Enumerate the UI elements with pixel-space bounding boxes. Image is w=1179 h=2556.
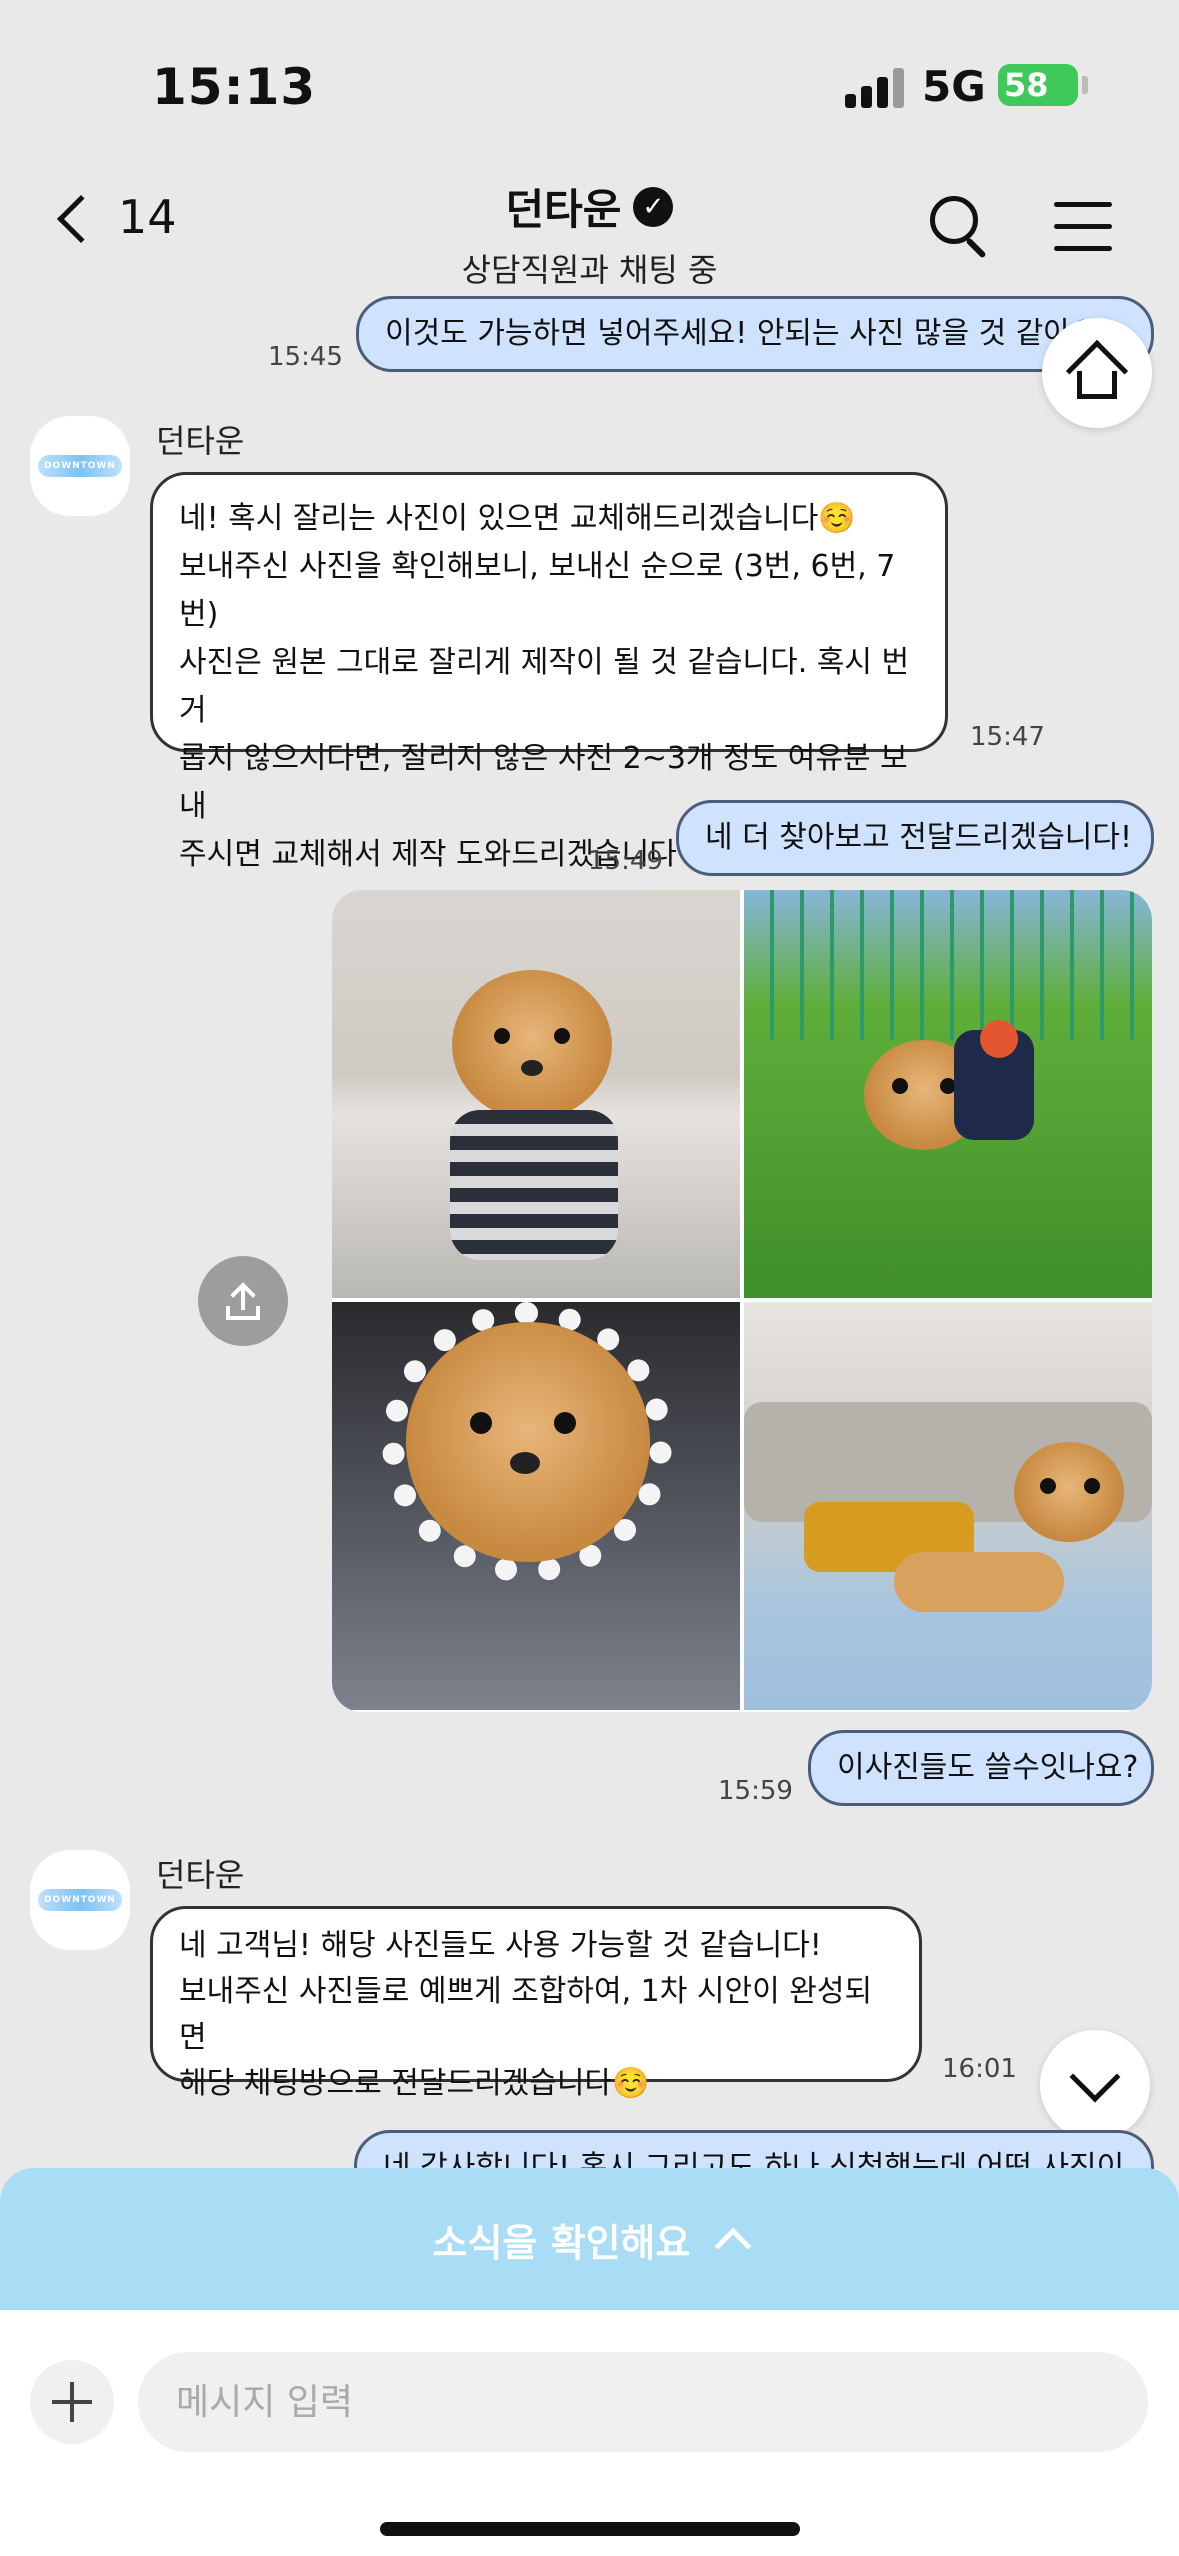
battery-cap [1082, 76, 1088, 94]
incoming-message[interactable]: 네 고객님! 해당 사진들도 사용 가능할 것 같습니다! 보내주신 사진들로 … [150, 1906, 922, 2101]
chevron-down-icon [1069, 2051, 1121, 2103]
message-time: 15:49 [588, 846, 663, 876]
dog-photo[interactable] [744, 890, 1152, 1298]
network-type: 5G [922, 62, 986, 111]
menu-icon[interactable] [1054, 202, 1112, 251]
chat-header: 던타운 ✓ 상담직원과 채팅 중 [0, 176, 1179, 291]
scroll-down-button[interactable] [1040, 2030, 1150, 2140]
avatar-logo: DOWNTOWN [38, 455, 122, 477]
message-time: 16:01 [942, 2054, 1017, 2084]
incoming-message[interactable]: 네! 혹시 잘리는 사진이 있으면 교체해드리겠습니다☺️ 보내주신 사진을 확… [150, 472, 948, 872]
news-banner[interactable]: 소식을 확인해요 [0, 2168, 1179, 2310]
outgoing-message[interactable]: 이사진들도 쓸수잇나요? [808, 1730, 1154, 1806]
battery-level: 58 [1004, 66, 1049, 104]
avatar-logo: DOWNTOWN [38, 1889, 122, 1911]
outgoing-message[interactable]: 네 더 찾아보고 전달드리겠습니다! [676, 800, 1154, 876]
message-line: 보내주신 사진을 확인해보니, 보내신 순으로 (3번, 6번, 7번) [179, 549, 896, 632]
message-line: 네 고객님! 해당 사진들도 사용 가능할 것 같습니다! [179, 1928, 822, 1963]
message-time: 15:47 [970, 722, 1045, 752]
outgoing-message[interactable]: 이것도 가능하면 넣어주세요! 안되는 사진 많을 것 같아요 [356, 296, 1154, 372]
message-line: 네! 혹시 잘리는 사진이 있으면 교체해드리겠습니다☺️ [179, 501, 856, 536]
dog-photo[interactable] [332, 890, 740, 1298]
news-banner-label: 소식을 확인해요 [432, 2220, 691, 2265]
message-time: 15:59 [718, 1776, 793, 1806]
home-indicator [380, 2522, 800, 2536]
sender-name: 던타운 [156, 422, 245, 460]
sender-name: 던타운 [156, 1856, 245, 1894]
dog-photo[interactable] [744, 1302, 1152, 1710]
plus-icon[interactable] [30, 2360, 114, 2444]
input-bar [0, 2310, 1179, 2556]
message-line: 사진은 원본 그대로 잘리게 제작이 될 것 같습니다. 혹시 번거 [179, 645, 910, 728]
photo-grid[interactable] [332, 890, 1152, 1712]
message-time: 15:45 [268, 342, 343, 372]
share-icon [226, 1282, 260, 1320]
message-input[interactable] [138, 2352, 1148, 2452]
signal-icon [845, 66, 907, 108]
home-icon [1065, 339, 1129, 403]
message-line: 해당 채팅방으로 전달드리겠습니다☺️ [179, 2066, 650, 2101]
dog-photo[interactable] [332, 1302, 740, 1710]
share-button[interactable] [198, 1256, 288, 1346]
chat-subtitle: 상담직원과 채팅 중 [461, 251, 718, 289]
search-icon[interactable] [930, 196, 992, 259]
message-line: 보내주신 사진들로 예쁘게 조합하여, 1차 시안이 완성되면 [179, 1974, 873, 2055]
status-time: 15:13 [152, 58, 317, 116]
chevron-up-icon [715, 2227, 752, 2265]
home-button[interactable] [1042, 318, 1152, 428]
chat-title: 던타운 [505, 185, 622, 234]
avatar[interactable]: DOWNTOWN [30, 1850, 130, 1950]
avatar[interactable]: DOWNTOWN [30, 416, 130, 516]
battery-icon: 58 [998, 64, 1078, 106]
verified-badge-icon: ✓ [633, 186, 674, 227]
